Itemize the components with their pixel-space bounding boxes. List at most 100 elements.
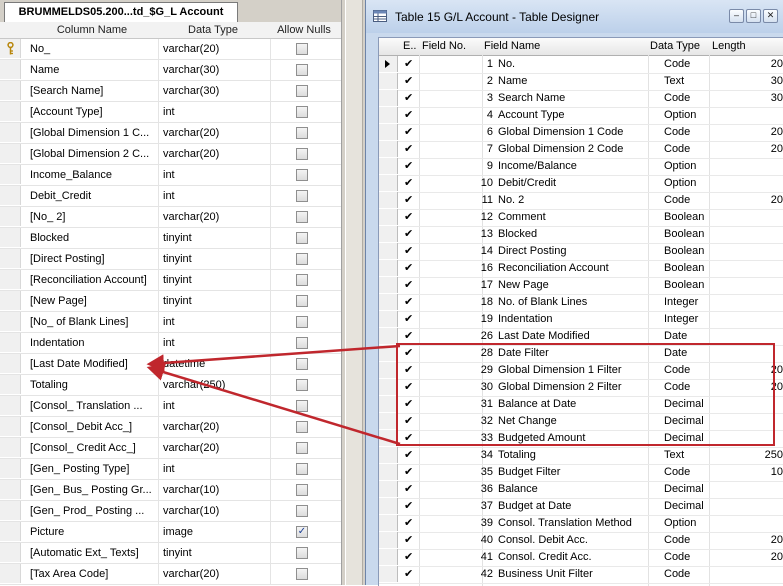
field-name-cell[interactable]: Global Dimension 1 Code	[498, 124, 658, 141]
row-selector[interactable]	[379, 345, 398, 361]
allow-nulls-checkbox[interactable]	[296, 463, 308, 475]
field-name-cell[interactable]: New Page	[498, 277, 658, 294]
field-row[interactable]: ✔ 32 Net Change Decimal	[379, 413, 783, 431]
field-name-cell[interactable]: Budgeted Amount	[498, 430, 658, 447]
data-type-cell[interactable]: Decimal	[664, 396, 724, 413]
row-selector[interactable]	[0, 81, 21, 100]
row-selector[interactable]	[379, 277, 398, 293]
sql-column-row[interactable]: [Last Date Modified] datetime	[0, 354, 341, 375]
row-selector[interactable]	[0, 60, 21, 79]
column-name-cell[interactable]: [Account Type]	[30, 102, 156, 122]
field-no-cell[interactable]: 39	[435, 515, 493, 532]
allow-nulls-checkbox[interactable]	[296, 148, 308, 160]
column-name-cell[interactable]: [Global Dimension 1 C...	[30, 123, 156, 143]
enabled-check-icon[interactable]: ✔	[404, 243, 413, 259]
allow-nulls-checkbox[interactable]	[296, 505, 308, 517]
data-type-cell[interactable]: Code	[664, 90, 724, 107]
field-row[interactable]: ✔ 7 Global Dimension 2 Code Code 20	[379, 141, 783, 159]
data-type-cell[interactable]: Boolean	[664, 226, 724, 243]
field-row[interactable]: ✔ 36 Balance Decimal	[379, 481, 783, 499]
minimize-button[interactable]: –	[729, 9, 744, 23]
field-no-cell[interactable]: 1	[435, 56, 493, 73]
field-no-cell[interactable]: 41	[435, 549, 493, 566]
row-selector[interactable]	[0, 228, 21, 247]
row-selector[interactable]	[379, 379, 398, 395]
enabled-check-icon[interactable]: ✔	[404, 277, 413, 293]
data-type-cell[interactable]: varchar(20)	[163, 144, 273, 164]
column-name-cell[interactable]: Debit_Credit	[30, 186, 156, 206]
sql-table-tab[interactable]: BRUMMELDS05.200...td_$G_L Account	[4, 2, 238, 22]
column-name-cell[interactable]: [Last Date Modified]	[30, 354, 156, 374]
column-name-cell[interactable]: Totaling	[30, 375, 156, 395]
enabled-check-icon[interactable]: ✔	[404, 311, 413, 327]
field-row[interactable]: ✔ 29 Global Dimension 1 Filter Code 20	[379, 362, 783, 380]
field-row[interactable]: ✔ 12 Comment Boolean	[379, 209, 783, 227]
allow-nulls-checkbox[interactable]	[296, 232, 308, 244]
data-type-header[interactable]: Data Type	[163, 22, 263, 38]
enabled-check-icon[interactable]: ✔	[404, 124, 413, 140]
data-type-cell[interactable]: varchar(10)	[163, 480, 273, 500]
field-row[interactable]: ✔ 31 Balance at Date Decimal	[379, 396, 783, 414]
length-cell[interactable]: 20	[727, 124, 783, 141]
length-cell[interactable]: 20	[727, 192, 783, 209]
data-type-cell[interactable]: Boolean	[664, 243, 724, 260]
sql-column-row[interactable]: [No_ 2] varchar(20)	[0, 207, 341, 228]
data-type-cell[interactable]: tinyint	[163, 228, 273, 248]
sql-column-row[interactable]: [Gen_ Bus_ Posting Gr... varchar(10)	[0, 480, 341, 501]
field-row[interactable]: ✔ 42 Business Unit Filter Code	[379, 566, 783, 584]
field-name-cell[interactable]: Business Unit Filter	[498, 566, 658, 583]
data-type-cell[interactable]: Code	[664, 464, 724, 481]
column-name-cell[interactable]: Income_Balance	[30, 165, 156, 185]
sql-column-row[interactable]: Income_Balance int	[0, 165, 341, 186]
row-selector[interactable]	[0, 312, 21, 331]
field-no-header[interactable]: Field No.	[422, 38, 466, 55]
field-row[interactable]: ✔ 9 Income/Balance Option	[379, 158, 783, 176]
data-type-cell[interactable]: int	[163, 396, 273, 416]
allow-nulls-checkbox[interactable]	[296, 379, 308, 391]
field-row[interactable]: ✔ 35 Budget Filter Code 10	[379, 464, 783, 482]
allow-nulls-checkbox[interactable]: ✓	[296, 526, 308, 538]
enabled-check-icon[interactable]: ✔	[404, 413, 413, 429]
sql-column-row[interactable]: [Consol_ Credit Acc_] varchar(20)	[0, 438, 341, 459]
column-name-cell[interactable]: Indentation	[30, 333, 156, 353]
allow-nulls-checkbox[interactable]	[296, 211, 308, 223]
row-selector[interactable]	[0, 249, 21, 268]
data-type-cell[interactable]: Option	[664, 158, 724, 175]
row-selector[interactable]	[0, 102, 21, 121]
field-row[interactable]: ✔ 17 New Page Boolean	[379, 277, 783, 295]
row-selector[interactable]	[379, 141, 398, 157]
sql-column-row[interactable]: [Account Type] int	[0, 102, 341, 123]
row-selector[interactable]	[0, 543, 21, 562]
field-name-cell[interactable]: Indentation	[498, 311, 658, 328]
sql-column-row[interactable]: [Consol_ Debit Acc_] varchar(20)	[0, 417, 341, 438]
allow-nulls-checkbox[interactable]	[296, 85, 308, 97]
column-name-cell[interactable]: No_	[30, 39, 156, 59]
length-cell[interactable]: 20	[727, 56, 783, 73]
data-type-cell[interactable]: varchar(20)	[163, 123, 273, 143]
row-selector[interactable]	[0, 396, 21, 415]
allow-nulls-checkbox[interactable]	[296, 484, 308, 496]
column-name-cell[interactable]: [No_ of Blank Lines]	[30, 312, 156, 332]
data-type-cell[interactable]: int	[163, 186, 273, 206]
column-name-cell[interactable]: Picture	[30, 522, 156, 542]
enabled-check-icon[interactable]: ✔	[404, 430, 413, 446]
field-name-cell[interactable]: No. of Blank Lines	[498, 294, 658, 311]
enabled-check-icon[interactable]: ✔	[404, 192, 413, 208]
field-no-cell[interactable]: 13	[435, 226, 493, 243]
row-selector[interactable]	[0, 165, 21, 184]
data-type-cell[interactable]: Code	[664, 124, 724, 141]
column-name-cell[interactable]: Name	[30, 60, 156, 80]
data-type-cell[interactable]: int	[163, 459, 273, 479]
field-name-cell[interactable]: Totaling	[498, 447, 658, 464]
data-type-cell[interactable]: Code	[664, 532, 724, 549]
sql-column-row[interactable]: [Consol_ Translation ... int	[0, 396, 341, 417]
column-name-cell[interactable]: [Gen_ Posting Type]	[30, 459, 156, 479]
field-row[interactable]: ✔ 40 Consol. Debit Acc. Code 20	[379, 532, 783, 550]
data-type-cell[interactable]: Code	[664, 192, 724, 209]
field-name-cell[interactable]: Comment	[498, 209, 658, 226]
enabled-check-icon[interactable]: ✔	[404, 532, 413, 548]
field-name-cell[interactable]: Last Date Modified	[498, 328, 658, 345]
row-selector[interactable]	[379, 464, 398, 480]
allow-nulls-checkbox[interactable]	[296, 421, 308, 433]
allow-nulls-header[interactable]: Allow Nulls	[272, 22, 336, 38]
